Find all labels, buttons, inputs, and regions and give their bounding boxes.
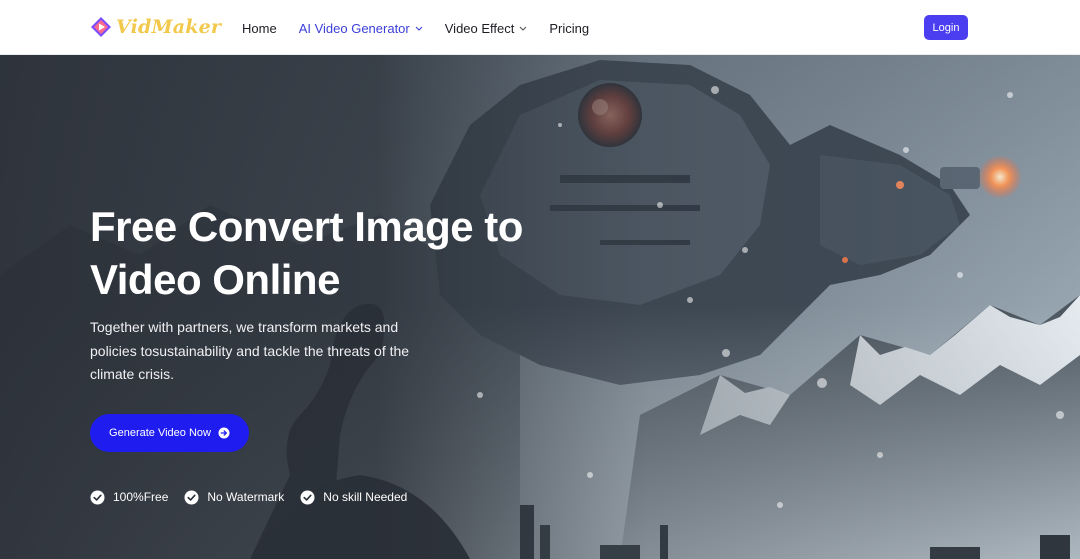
hero-subtitle-line: Together with partners, we transform mar… bbox=[90, 319, 399, 335]
hero-subtitle: Together with partners, we transform mar… bbox=[90, 316, 440, 387]
check-circle-icon bbox=[300, 490, 315, 504]
nav-item-video-effect[interactable]: Video Effect bbox=[445, 21, 528, 36]
hero-subtitle-line: policies tosustainability and tackle the… bbox=[90, 342, 410, 359]
feature-label: 100%Free bbox=[113, 490, 169, 504]
hero-background-image bbox=[0, 55, 1080, 559]
nav-item-label: AI Video Generator bbox=[298, 20, 410, 36]
hero-section: Free Convert Image to Video Online Toget… bbox=[0, 55, 1080, 559]
feature-label: No skill Needed bbox=[323, 490, 408, 504]
play-diamond-icon bbox=[91, 17, 111, 37]
generate-video-button-label: Generate Video Now bbox=[109, 427, 211, 439]
check-circle-icon bbox=[184, 490, 199, 504]
nav-item-label: Home bbox=[242, 20, 277, 36]
hero-subtitle-line: climate crisis. bbox=[90, 366, 175, 382]
nav-item-label: Video Effect bbox=[444, 20, 515, 36]
chevron-down-icon bbox=[415, 26, 423, 31]
nav-item-label: Pricing bbox=[549, 20, 590, 36]
nav-item-home[interactable]: Home bbox=[242, 21, 277, 36]
site-header: VidMaker Home AI Video Generator Video E… bbox=[0, 0, 1080, 55]
generate-video-button[interactable]: Generate Video Now bbox=[90, 414, 249, 452]
check-circle-icon bbox=[90, 490, 105, 504]
feature-item: No Watermark bbox=[184, 490, 284, 505]
hero-title-line: Video Online bbox=[90, 256, 340, 303]
hero-title-line: Free Convert Image to bbox=[90, 203, 523, 250]
brand-logo[interactable]: VidMaker bbox=[90, 15, 221, 39]
feature-item: 100%Free bbox=[90, 490, 168, 505]
nav-item-ai-video-generator[interactable]: AI Video Generator bbox=[299, 21, 423, 36]
login-button[interactable]: Login bbox=[924, 15, 968, 40]
feature-item: No skill Needed bbox=[300, 490, 407, 505]
main-nav: Home AI Video Generator Video Effect Pri… bbox=[242, 18, 589, 38]
hero-title: Free Convert Image to Video Online bbox=[90, 200, 590, 306]
nav-item-pricing[interactable]: Pricing bbox=[549, 21, 589, 36]
feature-list: 100%Free No Watermark No skill Needed bbox=[90, 489, 407, 505]
chevron-down-icon bbox=[520, 26, 527, 31]
arrow-circle-right-icon bbox=[218, 427, 230, 439]
feature-label: No Watermark bbox=[207, 490, 285, 504]
brand-name: VidMaker bbox=[116, 16, 222, 38]
